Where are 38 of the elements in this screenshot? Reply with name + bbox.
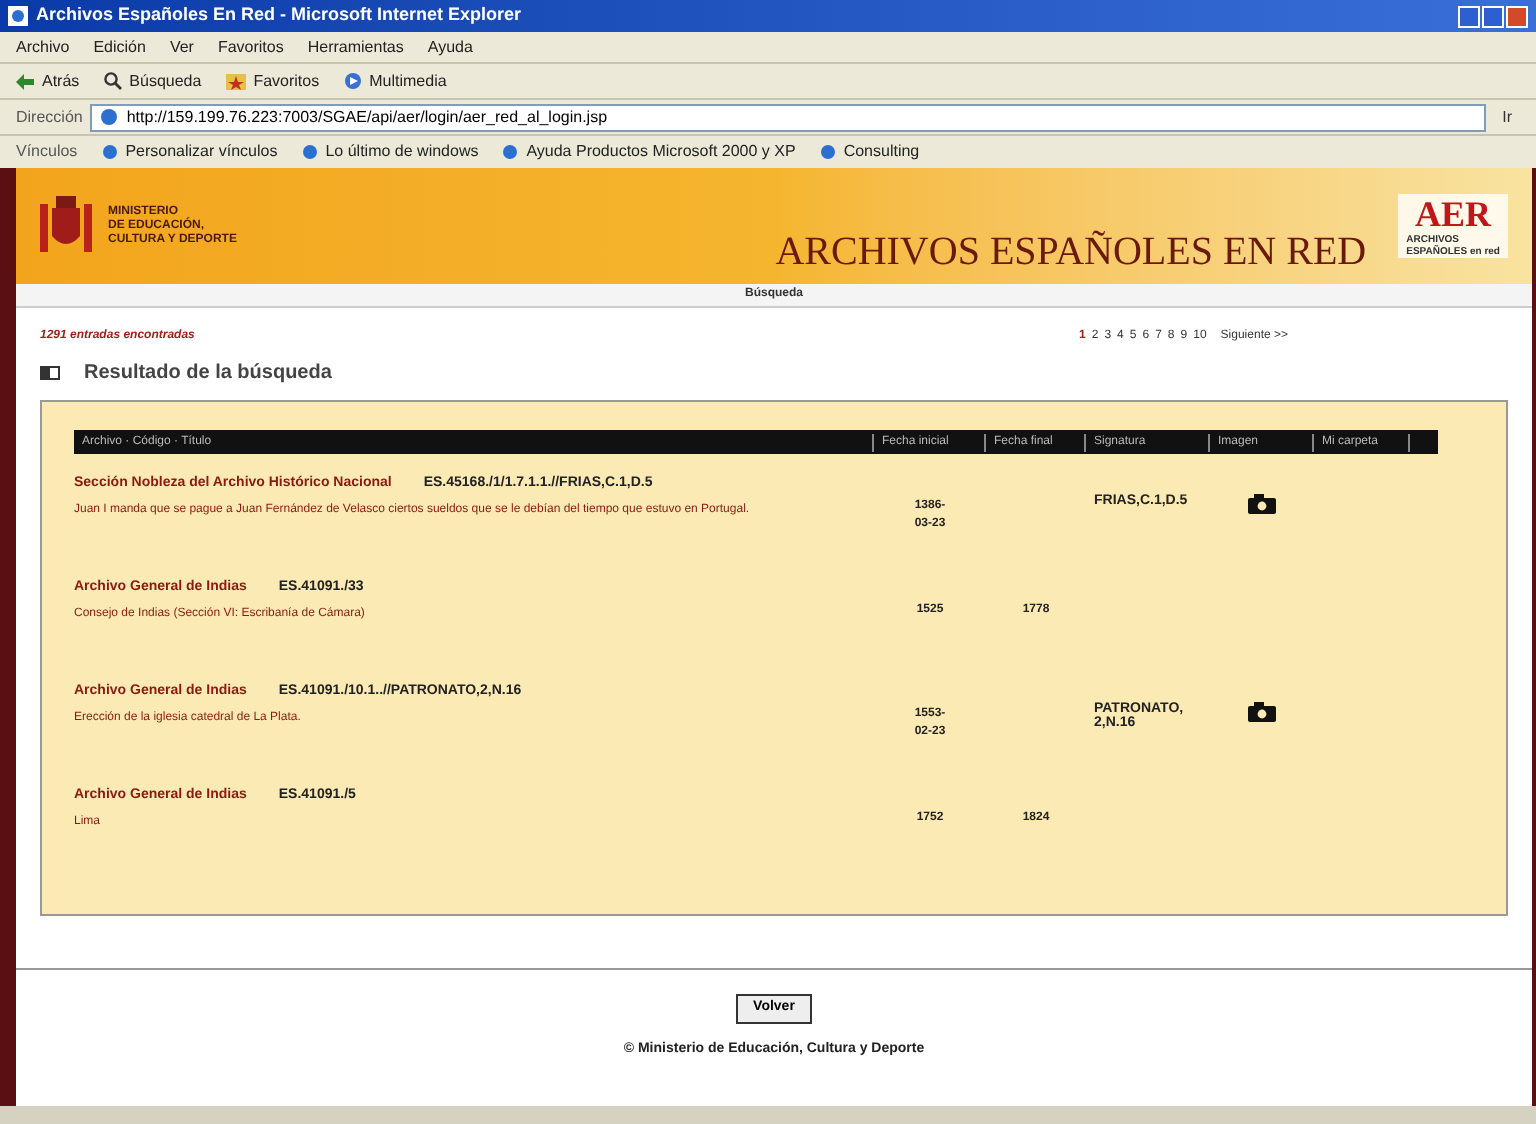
back-arrow-icon [16,73,34,89]
menu-item[interactable]: Herramientas [307,35,404,59]
menu-item[interactable]: Ayuda [427,35,473,59]
go-button[interactable]: Ir [1494,105,1520,129]
back-button[interactable]: Atrás [16,69,80,93]
link-item[interactable]: Lo último de windows [301,140,479,164]
coat-of-arms-icon [40,196,92,256]
section-heading: Resultado de la búsqueda [84,360,332,388]
camera-icon[interactable] [1248,702,1276,722]
folder-star-icon [225,73,246,89]
browser-icon [8,6,28,26]
site-title: ARCHIVOS ESPAÑOLES EN RED [775,228,1367,278]
search-button[interactable]: Búsqueda [103,69,202,93]
media-button[interactable]: Multimedia [343,69,447,93]
page-icon [502,144,519,160]
camera-icon[interactable] [1248,494,1276,514]
menu-item[interactable]: Ver [169,35,194,59]
address-label: Dirección [16,105,83,129]
link-item[interactable]: Personalizar vínculos [101,140,278,164]
link-item[interactable]: Consulting [819,140,920,164]
maximize-button[interactable] [1482,5,1504,27]
menu-item[interactable]: Favoritos [217,35,284,59]
links-label: Vínculos [16,140,78,164]
menu-item[interactable]: Archivo [16,35,70,59]
page-icon [101,144,118,160]
favorites-button[interactable]: Favoritos [225,69,320,93]
address-field[interactable]: http://159.199.76.223:7003/SGAE/api/aer/login/aer_red_al_login.jsp [90,103,1487,131]
link-item[interactable]: Ayuda Productos Microsoft 2000 y XP [502,140,796,164]
panel-icon [40,366,60,380]
close-button[interactable] [1506,5,1528,27]
minimize-button[interactable] [1458,5,1480,27]
window-title: Archivos Españoles En Red - Microsoft Internet Explorer [36,2,522,29]
page-icon [301,144,318,160]
media-icon [343,72,362,90]
menu-item[interactable]: Edición [93,35,146,59]
search-icon [103,72,122,90]
site-logo: AER [1415,194,1492,234]
page-icon [819,144,836,160]
